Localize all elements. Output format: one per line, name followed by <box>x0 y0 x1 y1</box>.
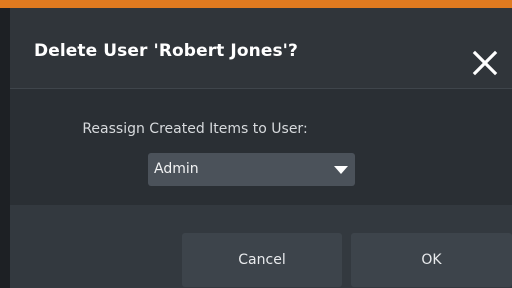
ok-button[interactable]: OK <box>351 233 512 287</box>
dialog-footer: Cancel OK <box>10 205 512 288</box>
selected-user: Admin <box>154 161 199 177</box>
screen: Delete User 'Robert Jones'? Reassign Cre… <box>0 0 512 288</box>
background-edge <box>0 8 10 288</box>
reassign-label: Reassign Created Items to User: <box>82 121 308 137</box>
close-button[interactable] <box>466 44 504 82</box>
caret-down-icon <box>334 166 348 174</box>
dialog-header: Delete User 'Robert Jones'? <box>10 8 512 88</box>
delete-user-dialog: Delete User 'Robert Jones'? Reassign Cre… <box>10 8 512 288</box>
dialog-title: Delete User 'Robert Jones'? <box>34 41 298 61</box>
accent-bar <box>0 0 512 8</box>
reassign-user-select[interactable]: Admin <box>148 153 355 186</box>
dialog-body: Reassign Created Items to User: Admin <box>10 89 512 205</box>
cancel-button[interactable]: Cancel <box>182 233 342 287</box>
close-icon <box>472 50 498 76</box>
